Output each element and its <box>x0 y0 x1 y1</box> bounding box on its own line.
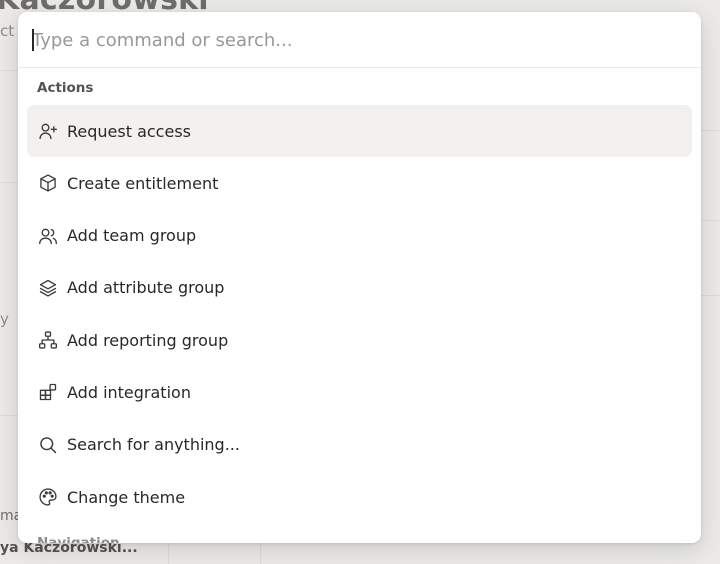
divider <box>260 543 261 564</box>
command-item-add-integration[interactable]: Add integration <box>27 366 692 418</box>
command-item-label: Add attribute group <box>67 278 225 298</box>
blocks-icon <box>38 382 58 402</box>
command-item-label: Create entitlement <box>67 173 219 193</box>
divider <box>700 130 720 131</box>
divider <box>0 70 18 71</box>
command-search-input[interactable] <box>30 22 689 58</box>
layers-icon <box>38 278 58 298</box>
background-text-fragment: y <box>0 310 9 328</box>
command-item-label: Add team group <box>67 226 197 246</box>
user-plus-icon <box>38 121 58 141</box>
command-item-label: Add integration <box>67 382 191 402</box>
org-chart-icon <box>38 330 58 350</box>
divider <box>0 182 18 183</box>
divider <box>0 415 18 416</box>
command-item-request-access[interactable]: Request access <box>27 105 692 157</box>
command-item-add-team-group[interactable]: Add team group <box>27 210 692 262</box>
command-palette: Actions Request access Create entitlemen… <box>18 12 701 543</box>
box-icon <box>38 173 58 193</box>
divider <box>168 543 169 564</box>
command-item-label: Search for anything... <box>67 435 240 455</box>
command-item-add-attribute-group[interactable]: Add attribute group <box>27 262 692 314</box>
text-caret <box>32 29 34 51</box>
section-label-navigation: Navigation <box>37 535 120 543</box>
command-item-label: Change theme <box>67 487 186 507</box>
command-item-search[interactable]: Search for anything... <box>27 419 692 471</box>
command-item-add-reporting-group[interactable]: Add reporting group <box>27 314 692 366</box>
command-item-label: Add reporting group <box>67 330 229 350</box>
divider <box>700 220 720 221</box>
actions-list: Request access Create entitlement Add te… <box>27 105 692 523</box>
command-search-row <box>18 12 701 68</box>
divider <box>700 295 720 296</box>
users-icon <box>38 226 58 246</box>
search-icon <box>38 435 58 455</box>
palette-icon <box>38 487 58 507</box>
background-text-fragment: ct <box>0 22 15 40</box>
command-item-create-entitlement[interactable]: Create entitlement <box>27 157 692 209</box>
command-item-label: Request access <box>67 121 191 141</box>
section-label-actions: Actions <box>37 80 94 96</box>
command-item-change-theme[interactable]: Change theme <box>27 471 692 523</box>
